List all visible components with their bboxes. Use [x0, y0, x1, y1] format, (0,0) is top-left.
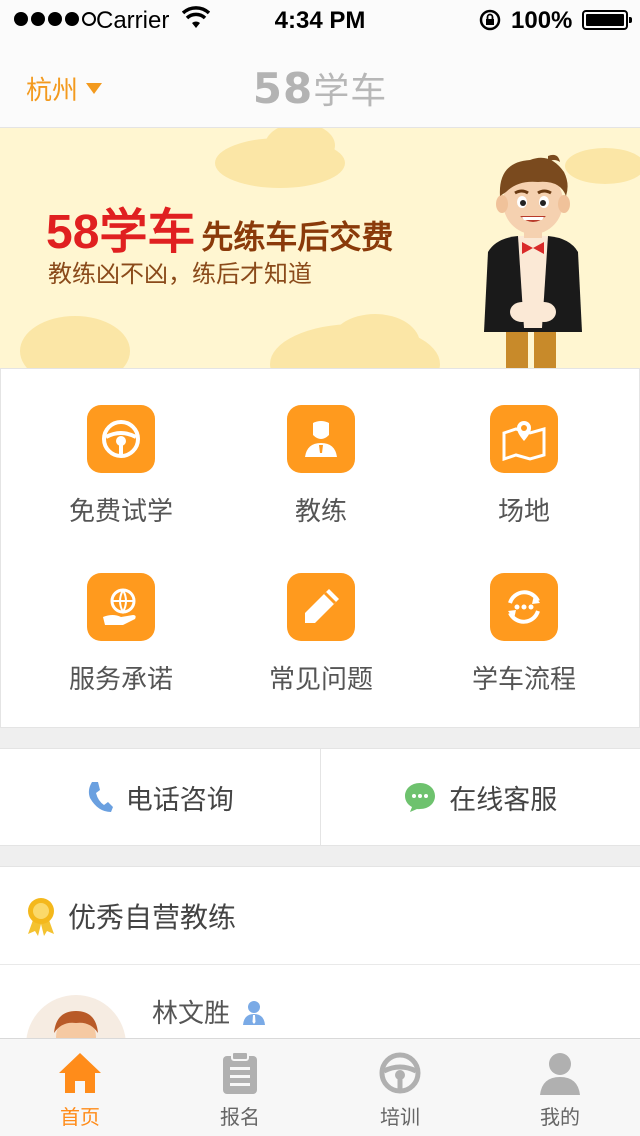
clipboard-icon	[223, 1051, 257, 1094]
coach-name: 林文胜	[152, 993, 266, 1030]
menu-label: 常见问题	[268, 665, 373, 695]
verified-coach-icon	[243, 1000, 266, 1025]
menu-label: 场地	[497, 497, 550, 527]
home-icon	[59, 1053, 101, 1093]
coach-icon	[287, 405, 355, 473]
app-logo-number: 58	[252, 64, 314, 113]
online-service-label: 在线客服	[449, 784, 558, 816]
menu-item-free-trial[interactable]: 免费试学	[16, 405, 226, 555]
section-title: 优秀自营教练	[68, 900, 237, 934]
banner-slogan: 先练车后交费	[201, 218, 394, 256]
battery-icon	[582, 10, 632, 30]
menu-label: 服务承诺	[68, 665, 173, 695]
featured-coaches-section: 优秀自营教练 林文胜	[0, 866, 640, 1095]
app-logo-title: 58学车	[0, 62, 640, 114]
orientation-lock-icon	[478, 8, 502, 39]
steering-wheel-icon	[87, 405, 155, 473]
menu-item-faq[interactable]: 常见问题	[216, 573, 426, 723]
bottom-tab-bar: 首页 报名 培训 我的	[0, 1038, 640, 1136]
menu-item-coach[interactable]: 教练	[216, 405, 426, 555]
coach-name-text: 林文胜	[152, 999, 231, 1029]
tab-label: 我的	[540, 1105, 580, 1129]
section-header: 优秀自营教练	[0, 867, 640, 965]
pencil-icon	[287, 573, 355, 641]
banner-brand: 58学车	[46, 206, 196, 259]
map-pin-icon	[490, 405, 558, 473]
tab-mine[interactable]: 我的	[480, 1039, 640, 1136]
battery-percentage: 100%	[511, 7, 573, 34]
contact-bar: 电话咨询 在线客服	[0, 748, 640, 846]
menu-label: 免费试学	[68, 497, 173, 527]
menu-item-service-promise[interactable]: 服务承诺	[16, 573, 226, 723]
app-logo-text: 学车	[313, 71, 388, 112]
feature-menu-grid: 免费试学 教练 场地 服务承诺 常见问题 学车流程	[0, 368, 640, 728]
globe-hand-icon	[87, 573, 155, 641]
tab-label: 培训	[380, 1105, 420, 1129]
navigation-bar: 杭州 58学车	[0, 40, 640, 128]
user-icon	[540, 1053, 580, 1095]
coach-mascot-illustration	[484, 154, 582, 368]
menu-item-learning-process[interactable]: 学车流程	[419, 573, 629, 723]
phone-icon	[88, 782, 113, 812]
online-service-button[interactable]: 在线客服	[319, 749, 640, 845]
tab-home[interactable]: 首页	[0, 1039, 160, 1136]
menu-label: 学车流程	[471, 665, 576, 695]
tab-label: 首页	[60, 1105, 100, 1129]
tab-label: 报名	[220, 1105, 260, 1129]
tab-training[interactable]: 培训	[320, 1039, 480, 1136]
cycle-icon	[490, 573, 558, 641]
steering-wheel-icon	[379, 1052, 421, 1094]
banner-headline: 58学车 先练车后交费	[46, 192, 393, 262]
phone-consult-button[interactable]: 电话咨询	[0, 749, 320, 845]
status-bar: Carrier 4:34 PM 100%	[0, 0, 640, 40]
banner-subtitle: 教练凶不凶，练后才知道	[48, 260, 312, 288]
award-ribbon-icon	[28, 897, 54, 936]
menu-label: 教练	[294, 497, 347, 527]
tab-signup[interactable]: 报名	[160, 1039, 320, 1136]
menu-item-venue[interactable]: 场地	[419, 405, 629, 555]
phone-consult-label: 电话咨询	[125, 784, 234, 816]
chat-bubble-icon	[405, 783, 436, 812]
promo-banner[interactable]: 58学车 先练车后交费 教练凶不凶，练后才知道	[0, 128, 640, 368]
